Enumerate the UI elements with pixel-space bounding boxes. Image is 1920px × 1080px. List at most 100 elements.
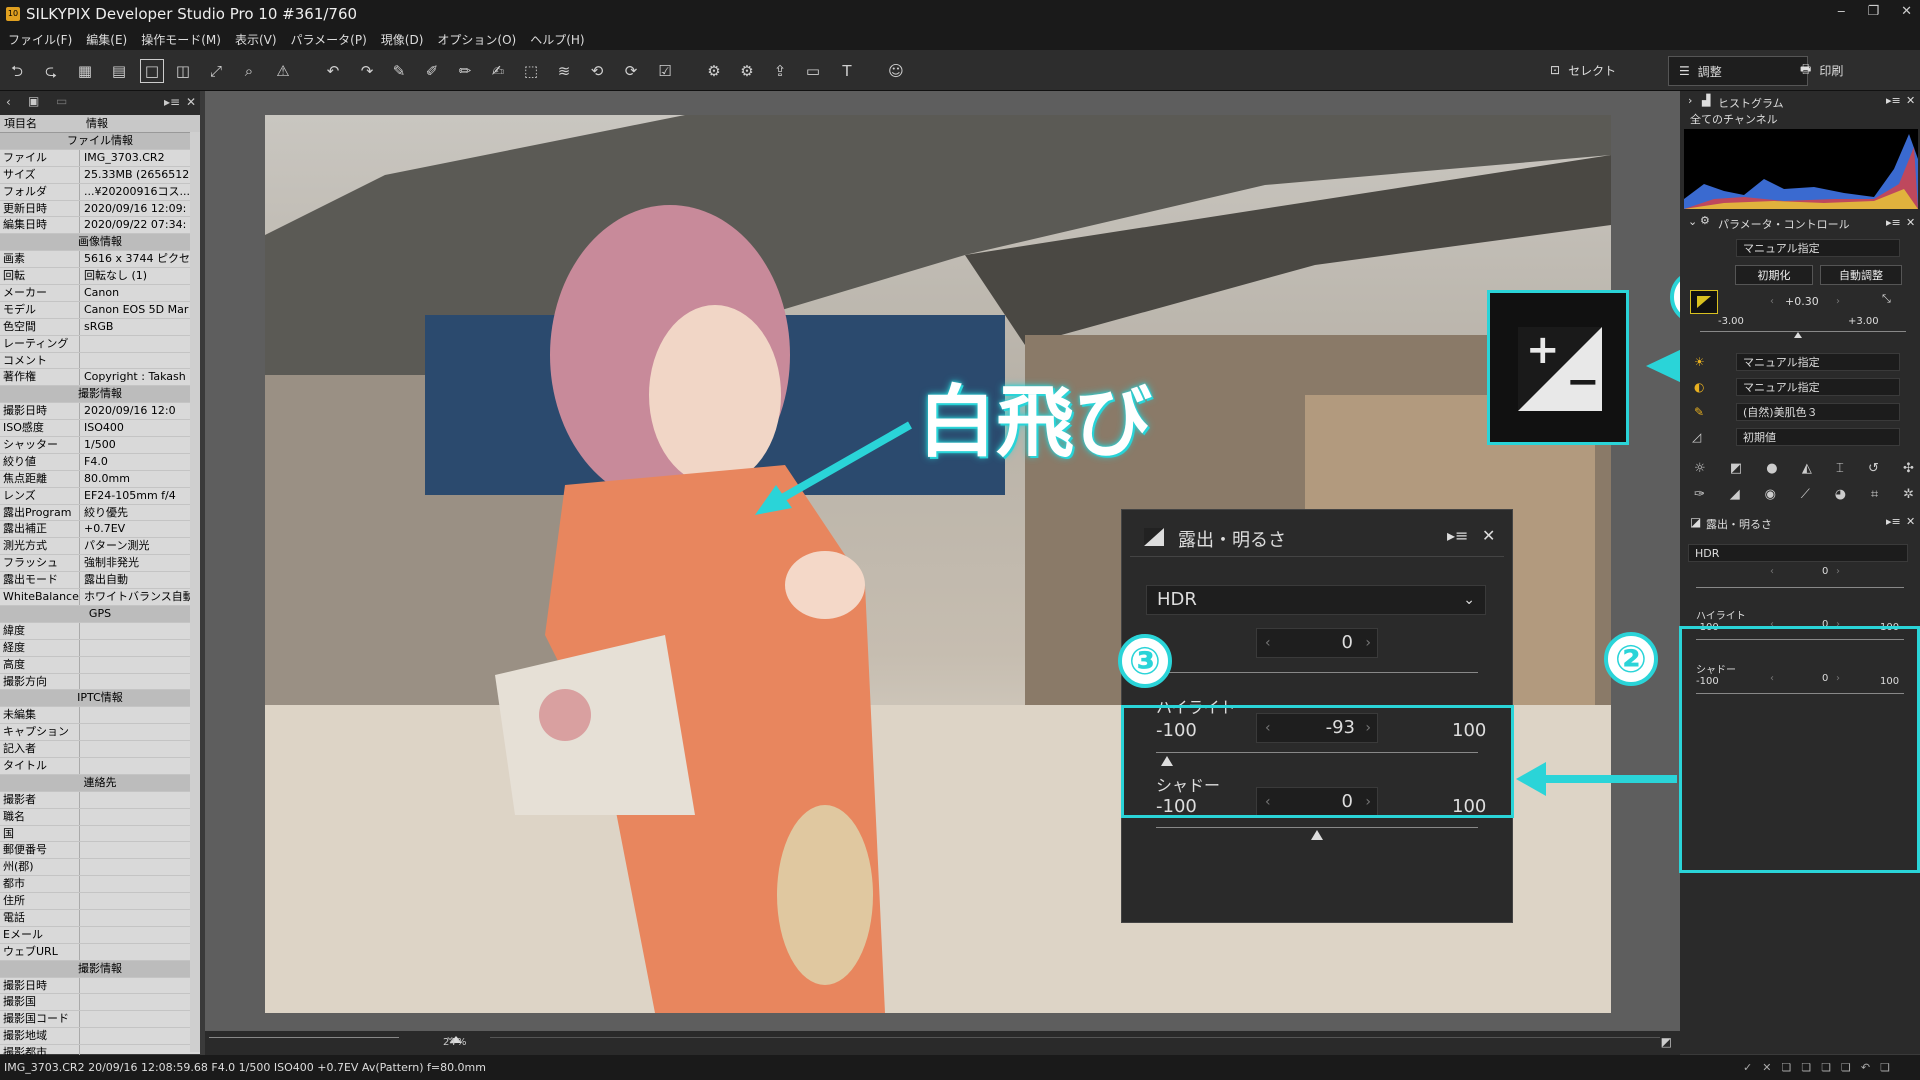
info-row[interactable]: コメント bbox=[0, 352, 200, 370]
auto-exposure-icon[interactable]: ⤡ bbox=[1882, 292, 1891, 306]
rotate-left-icon[interactable]: ⟲ bbox=[586, 60, 608, 82]
decrement-icon[interactable]: ‹ bbox=[1265, 629, 1271, 657]
h-scrollbar[interactable] bbox=[490, 1037, 1660, 1038]
info-row[interactable]: 著作権 Copyright : Takash bbox=[0, 369, 200, 387]
tone-icon[interactable]: ◐ bbox=[1694, 380, 1704, 394]
mode-print-button[interactable]: 🖶 印刷 bbox=[1790, 56, 1853, 84]
info-row[interactable]: 焦点距離 80.0mm bbox=[0, 470, 200, 488]
rotate-right-icon[interactable]: ⟳ bbox=[620, 60, 642, 82]
exp-mode-select[interactable]: HDR bbox=[1688, 544, 1908, 562]
info-row[interactable]: 露出Program 絞り優先 bbox=[0, 504, 200, 522]
fit-icon[interactable]: ◩ bbox=[1661, 1035, 1672, 1049]
info-row[interactable]: 都市 bbox=[0, 876, 200, 894]
info-row[interactable]: 更新日時 2020/09/16 12:09: bbox=[0, 200, 200, 218]
info-row[interactable]: レーティング bbox=[0, 335, 200, 353]
edit-param-icon[interactable]: ✏ bbox=[454, 60, 476, 82]
popup-menu-icon[interactable]: ▸≡ bbox=[1447, 526, 1468, 545]
wb-select[interactable]: マニュアル指定 bbox=[1736, 353, 1900, 371]
develop-icon[interactable]: ⚙ bbox=[703, 60, 725, 82]
contrast-icon[interactable]: ⌶ bbox=[1836, 461, 1844, 476]
redo-icon[interactable]: ↷ bbox=[356, 60, 378, 82]
info-row[interactable]: 緯度 bbox=[0, 622, 200, 640]
info-row[interactable]: キャプション bbox=[0, 724, 200, 742]
info-row[interactable]: フォルダ ...¥20200916コス... bbox=[0, 183, 200, 201]
hdr-value-stepper[interactable]: ‹ 0 › bbox=[1256, 628, 1378, 658]
menu-file[interactable]: ファイル(F) bbox=[8, 31, 72, 48]
info-row[interactable]: 画素 5616 x 3744 ピクセ bbox=[0, 251, 200, 269]
panel-menu-icon[interactable]: ▸≡ bbox=[1886, 216, 1901, 229]
text-tool-icon[interactable]: T bbox=[836, 60, 858, 82]
exp-hdr-track[interactable] bbox=[1696, 587, 1904, 588]
info-row[interactable]: レンズ EF24-105mm f/4 bbox=[0, 487, 200, 505]
layers-icon[interactable]: ≋ bbox=[553, 60, 575, 82]
info-row[interactable]: 撮影日時 2020/09/16 12:0 bbox=[0, 403, 200, 421]
info-row[interactable]: ウェブURL bbox=[0, 943, 200, 961]
warning-icon[interactable]: ⚠ bbox=[272, 60, 294, 82]
info-row[interactable]: タイトル bbox=[0, 757, 200, 775]
maximize-icon[interactable]: ❐ bbox=[1867, 4, 1879, 19]
info-row[interactable]: シャッター 1/500 bbox=[0, 437, 200, 454]
menu-view[interactable]: 表示(V) bbox=[235, 31, 277, 48]
info-row[interactable]: 国 bbox=[0, 825, 200, 843]
info-row[interactable]: 撮影国コード bbox=[0, 1011, 200, 1029]
chevron-left-icon[interactable]: ‹ bbox=[6, 95, 11, 109]
exposure-slider-thumb[interactable] bbox=[1794, 332, 1802, 338]
zoom-slider-track[interactable] bbox=[209, 1037, 399, 1038]
brightness-icon[interactable]: ☼ bbox=[1694, 461, 1706, 476]
init-button[interactable]: 初期化 bbox=[1735, 265, 1813, 285]
color-pencil-icon[interactable]: ✎ bbox=[1694, 405, 1704, 419]
paste-param-icon[interactable]: ✐ bbox=[421, 60, 443, 82]
auto-adjust-button[interactable]: 自動調整 bbox=[1820, 265, 1902, 285]
chevron-down-icon[interactable]: ⌄ bbox=[1688, 215, 1697, 228]
compare-view-icon[interactable]: ◫ bbox=[172, 60, 194, 82]
increment-icon[interactable]: › bbox=[1836, 296, 1840, 307]
spot-icon[interactable]: ◕ bbox=[1835, 487, 1846, 502]
crop-icon[interactable]: ⌗ bbox=[1871, 487, 1878, 502]
sparkle-icon[interactable]: ✣ bbox=[1903, 461, 1914, 476]
info-row[interactable]: Eメール bbox=[0, 926, 200, 944]
menu-mode[interactable]: 操作モード(M) bbox=[141, 31, 221, 48]
copy-param-icon[interactable]: ✎ bbox=[388, 60, 410, 82]
channel-select[interactable]: 全てのチャンネル bbox=[1684, 111, 1916, 129]
info-row[interactable]: サイズ 25.33MB (2656512 bbox=[0, 166, 200, 184]
close-icon[interactable]: ✕ bbox=[1901, 4, 1912, 19]
info-row[interactable]: 露出モード 露出自動 bbox=[0, 572, 200, 590]
info-row[interactable]: 撮影地域 bbox=[0, 1028, 200, 1046]
info-row[interactable]: 撮影者 bbox=[0, 791, 200, 809]
info-row[interactable]: 郵便番号 bbox=[0, 842, 200, 860]
person-search-icon[interactable]: ☺ bbox=[885, 60, 907, 82]
info-row[interactable]: WhiteBalance ホワイトバランス自動 bbox=[0, 589, 200, 606]
curve-icon[interactable]: ◩ bbox=[1730, 461, 1742, 476]
info-row[interactable]: 編集日時 2020/09/22 07:34: bbox=[0, 217, 200, 235]
rotate-icon[interactable]: ↺ bbox=[1868, 461, 1879, 476]
color-select[interactable]: (自然)美肌色３ bbox=[1736, 403, 1900, 421]
info-row[interactable]: 州(郡) bbox=[0, 859, 200, 877]
info-row[interactable]: モデル Canon EOS 5D Mar bbox=[0, 301, 200, 319]
brush-icon[interactable]: ✍ bbox=[487, 60, 509, 82]
increment-icon[interactable]: › bbox=[1365, 629, 1371, 657]
info-row[interactable]: 色空間 sRGB bbox=[0, 318, 200, 336]
sharpness-select[interactable]: 初期値 bbox=[1736, 428, 1900, 446]
popup-close-icon[interactable]: ✕ bbox=[1482, 526, 1495, 545]
tone-select[interactable]: マニュアル指定 bbox=[1736, 378, 1900, 396]
shadow-slider-track[interactable] bbox=[1156, 827, 1478, 828]
eye-icon[interactable]: ◉ bbox=[1765, 487, 1776, 502]
zoom-icon[interactable]: ⌕ bbox=[238, 60, 260, 82]
folder-tab-icon[interactable]: ▭ bbox=[56, 94, 67, 108]
menu-edit[interactable]: 編集(E) bbox=[86, 31, 127, 48]
taste-select[interactable]: マニュアル指定 bbox=[1736, 239, 1900, 257]
comment-tab-icon[interactable]: ▣ bbox=[28, 94, 39, 108]
info-row[interactable]: メーカー Canon bbox=[0, 285, 200, 302]
info-row[interactable]: 露出補正 +0.7EV bbox=[0, 521, 200, 539]
info-row[interactable]: 撮影国 bbox=[0, 994, 200, 1012]
prev-image-icon[interactable]: ⮌ bbox=[6, 60, 28, 82]
panel-close-icon[interactable]: ✕ bbox=[186, 95, 196, 109]
exposure-slider-track[interactable] bbox=[1700, 331, 1906, 332]
batch-develop-icon[interactable]: ⚙ bbox=[736, 60, 758, 82]
hdr-slider-track[interactable] bbox=[1156, 672, 1478, 673]
grid-view-icon[interactable]: ▦ bbox=[74, 60, 96, 82]
increment-icon[interactable]: › bbox=[1836, 566, 1840, 577]
fullscreen-icon[interactable]: ⤢ bbox=[205, 60, 227, 82]
undo-icon[interactable]: ↶ bbox=[322, 60, 344, 82]
info-row[interactable]: フラッシュ 強制非発光 bbox=[0, 555, 200, 573]
